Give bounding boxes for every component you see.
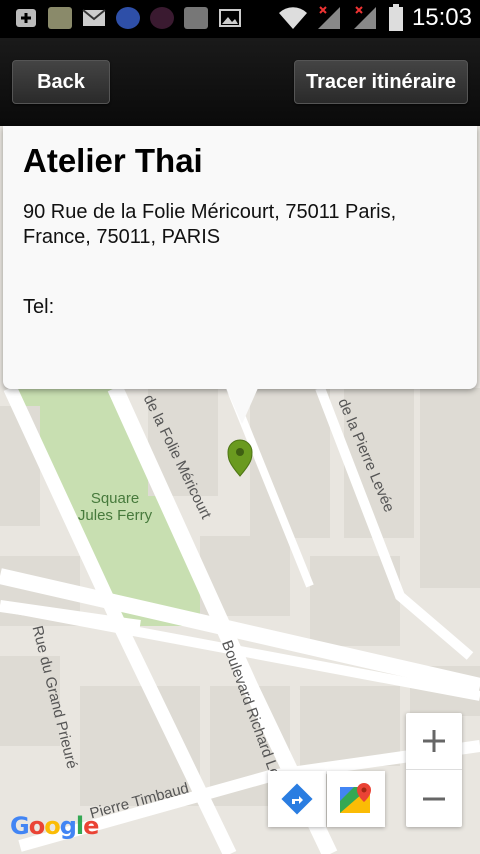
trace-route-button[interactable]: Tracer itinéraire [294,60,468,104]
place-name: Atelier Thai [23,142,203,179]
wifi-icon [278,7,307,29]
zoom-out-button[interactable] [406,770,462,827]
plus-icon [423,730,445,752]
google-attribution: Google [10,812,99,840]
directions-button[interactable] [268,771,326,827]
status-bar: 15:03 [0,0,480,38]
directions-icon [281,783,313,815]
signal-no-service-icon-2 [353,6,376,29]
back-button[interactable]: Back [12,60,110,104]
app-notification-icon-2 [150,7,174,29]
info-window[interactable]: Atelier Thai 90 Rue de la Folie Méricour… [3,126,477,389]
app-notification-icon-3 [184,7,208,29]
zoom-in-button[interactable] [406,713,462,770]
notification-icons [14,7,242,29]
clock: 15:03 [411,4,472,31]
park-label-line2: Jules Ferry [77,507,153,524]
google-maps-icon [340,783,371,813]
app-notification-icon [116,7,140,29]
add-icon [16,9,36,27]
minus-icon [423,797,445,800]
action-bar: Back Tracer itinéraire [0,38,480,126]
signal-no-service-icon [317,6,340,29]
park-label-line1: Square [90,490,140,507]
battery-icon [388,4,403,31]
info-window-pointer [226,388,258,424]
zoom-controls [406,713,462,827]
gallery-thumb-icon [48,7,72,29]
open-google-maps-button[interactable] [327,771,385,827]
image-icon [219,9,241,27]
place-marker[interactable] [227,439,253,477]
place-address: 90 Rue de la Folie Méricourt, 75011 Pari… [23,201,397,248]
park-label: Square Jules Ferry [70,490,160,524]
mail-icon [82,9,106,26]
place-tel-label: Tel: [23,296,55,318]
